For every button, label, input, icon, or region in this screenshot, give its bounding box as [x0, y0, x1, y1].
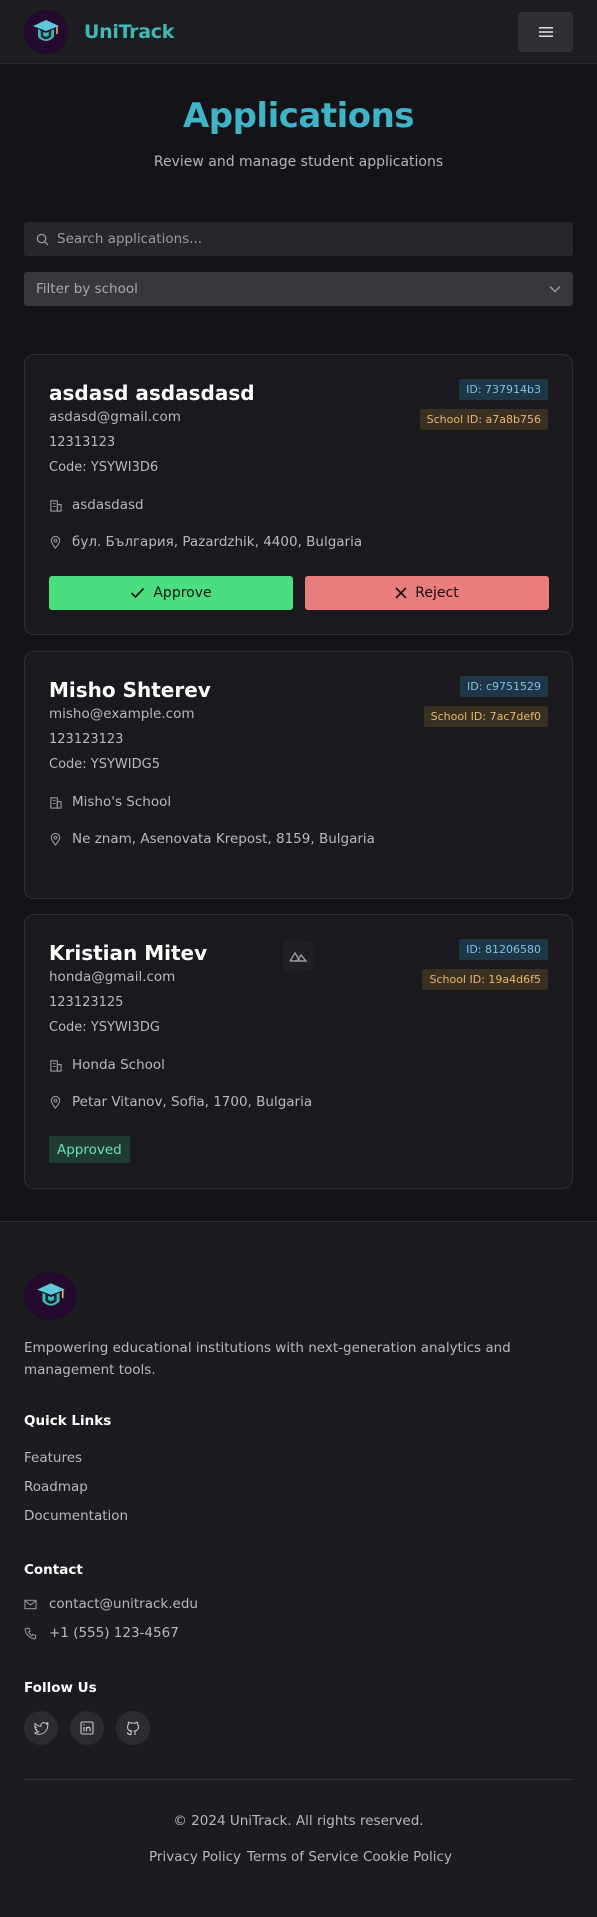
unitrack-logo-icon	[24, 9, 68, 54]
brand[interactable]: UniTrack	[24, 9, 175, 54]
linkedin-link[interactable]	[70, 1711, 104, 1745]
applicant-code: Code: YSYWI3D6	[49, 460, 159, 475]
phone-icon	[24, 1627, 37, 1639]
approve-label: Approve	[153, 585, 212, 601]
school-row: asdasdasd	[49, 497, 144, 513]
chevron-down-icon	[549, 286, 561, 293]
page-title: Applications	[182, 96, 415, 136]
school-name: asdasdasd	[72, 497, 144, 513]
mail-icon	[24, 1599, 37, 1609]
reject-label: Reject	[415, 585, 459, 601]
hamburger-icon	[538, 26, 553, 37]
address: Petar Vitanov, Sofia, 1700, Bulgaria	[72, 1094, 313, 1110]
address: Ne znam, Asenovata Krepost, 8159, Bulgar…	[72, 831, 375, 847]
address: бул. България, Pazardzhik, 4400, Bulgari…	[72, 534, 363, 550]
privacy-policy-link[interactable]: Privacy Policy	[149, 1849, 241, 1865]
school-filter-select[interactable]: Filter by school	[24, 272, 573, 306]
approve-button[interactable]: Approve	[49, 576, 293, 610]
contact-email[interactable]: contact@unitrack.edu	[24, 1596, 198, 1612]
reject-button[interactable]: Reject	[305, 576, 549, 610]
map-pin-icon	[50, 1095, 61, 1109]
id-badge: ID: c9751529	[460, 676, 548, 697]
address-row: бул. България, Pazardzhik, 4400, Bulgari…	[49, 534, 362, 550]
building-icon	[50, 796, 62, 809]
top-navbar: UniTrack	[0, 0, 597, 64]
building-icon	[50, 1059, 62, 1072]
footer-link-features[interactable]: Features	[24, 1450, 82, 1466]
applicant-code: Code: YSYWIDG5	[49, 757, 160, 772]
contact-email-text: contact@unitrack.edu	[49, 1596, 198, 1612]
twitter-icon	[33, 1721, 49, 1735]
address-row: Petar Vitanov, Sofia, 1700, Bulgaria	[49, 1094, 312, 1110]
github-link[interactable]	[116, 1711, 150, 1745]
search-input[interactable]: Search applications...	[24, 222, 573, 256]
application-card: asdasd asdasdasd ID: 737914b3 School ID:…	[24, 354, 573, 635]
page-header: Applications Review and manage student a…	[0, 64, 597, 170]
linkedin-icon	[80, 1721, 94, 1735]
unitrack-logo-icon	[24, 1272, 77, 1320]
applicant-name: Misho Shterev	[49, 678, 211, 702]
application-card: Misho Shterev ID: c9751529 School ID: 7a…	[24, 651, 573, 899]
follow-heading: Follow Us	[24, 1680, 97, 1696]
id-badge: ID: 737914b3	[459, 379, 548, 400]
search-icon	[36, 233, 49, 246]
school-row: Misho's School	[49, 794, 171, 810]
id-badge: ID: 81206580	[459, 939, 548, 960]
school-row: Honda School	[49, 1057, 165, 1073]
close-icon	[395, 587, 407, 599]
brand-name: UniTrack	[84, 20, 175, 43]
applicant-email: honda@gmail.com	[49, 969, 176, 985]
filter-label: Filter by school	[36, 281, 138, 297]
school-id-badge: School ID: 19a4d6f5	[422, 969, 548, 990]
applicant-phone: 123123125	[49, 995, 124, 1010]
applicant-phone: 12313123	[49, 435, 116, 450]
building-icon	[50, 499, 62, 512]
check-icon	[131, 587, 145, 599]
applicant-name: asdasd asdasdasd	[49, 381, 255, 405]
applicant-email: misho@example.com	[49, 706, 195, 722]
contact-phone[interactable]: +1 (555) 123-4567	[24, 1625, 179, 1641]
school-name: Honda School	[72, 1057, 165, 1073]
copyright: © 2024 UniTrack. All rights reserved.	[173, 1813, 424, 1829]
status-badge: Approved	[49, 1136, 130, 1163]
search-placeholder: Search applications...	[57, 231, 203, 247]
footer: Empowering educational institutions with…	[0, 1221, 597, 1917]
footer-divider	[24, 1779, 573, 1780]
contact-phone-text: +1 (555) 123-4567	[49, 1625, 179, 1641]
footer-description: Empowering educational institutions with…	[24, 1340, 511, 1378]
applicant-code: Code: YSYWI3DG	[49, 1020, 160, 1035]
terms-of-service-link[interactable]: Terms of Service	[247, 1849, 358, 1865]
map-pin-icon	[50, 535, 61, 549]
school-id-badge: School ID: 7ac7def0	[423, 706, 548, 727]
quick-links-heading: Quick Links	[24, 1413, 112, 1429]
contact-heading: Contact	[24, 1562, 83, 1578]
map-pin-icon	[50, 832, 61, 846]
applicant-email: asdasd@gmail.com	[49, 409, 181, 425]
school-name: Misho's School	[72, 794, 172, 810]
school-id-badge: School ID: a7a8b756	[419, 409, 548, 430]
applicant-name: Kristian Mitev	[49, 941, 208, 965]
footer-link-documentation[interactable]: Documentation	[24, 1508, 128, 1524]
nuxt-devtools-icon[interactable]	[283, 941, 313, 971]
cookie-policy-link[interactable]: Cookie Policy	[363, 1849, 452, 1865]
menu-button[interactable]	[518, 11, 573, 52]
address-row: Ne znam, Asenovata Krepost, 8159, Bulgar…	[49, 831, 375, 847]
footer-link-roadmap[interactable]: Roadmap	[24, 1479, 88, 1495]
twitter-link[interactable]	[24, 1711, 58, 1745]
applicant-phone: 123123123	[49, 732, 124, 747]
application-card: Kristian Mitev ID: 81206580 School ID: 1…	[24, 914, 573, 1189]
page-subtitle: Review and manage student applications	[153, 154, 444, 170]
github-icon	[126, 1721, 140, 1735]
